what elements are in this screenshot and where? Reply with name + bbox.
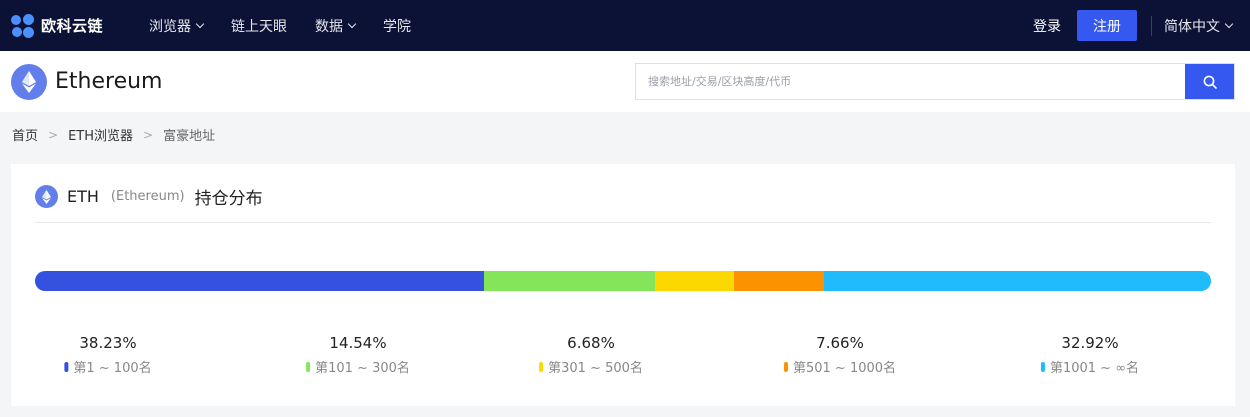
- coin-full-name: (Ethereum): [110, 189, 185, 204]
- rank-range-text: 第301 ~ 500名: [548, 361, 643, 376]
- divider: [35, 222, 1211, 223]
- coin-symbol: ETH: [67, 187, 99, 206]
- breadcrumb-separator: >: [48, 127, 59, 142]
- nav-item-label: 数据: [315, 18, 344, 35]
- bar-segment[interactable]: [484, 271, 656, 291]
- chevron-down-icon: [347, 19, 357, 28]
- percentage-value: 38.23%: [79, 334, 137, 352]
- percentage-value: 14.54%: [329, 334, 387, 352]
- legend-item: 14.54% 第101 ~ 300名: [306, 334, 410, 376]
- nav-item-label: 链上天眼: [231, 18, 288, 35]
- bar-segment[interactable]: [655, 271, 734, 291]
- card-header: ETH (Ethereum) 持仓分布: [35, 184, 263, 209]
- legend-color-marker: [783, 361, 788, 372]
- rank-range-text: 第101 ~ 300名: [315, 361, 410, 376]
- card-title: 持仓分布: [194, 189, 263, 209]
- breadcrumb-home[interactable]: 首页: [12, 125, 38, 144]
- main-nav: 浏览器 链上天眼 数据 学院: [149, 16, 439, 36]
- breadcrumb-eth-browser[interactable]: ETH浏览器: [68, 125, 133, 144]
- legend-item: 38.23% 第1 ~ 100名: [64, 334, 152, 376]
- coin-header: Ethereum: [0, 51, 1250, 112]
- chevron-down-icon: [195, 19, 205, 28]
- language-label: 简体中文: [1164, 18, 1220, 35]
- rank-range-label: 第301 ~ 500名: [539, 357, 643, 376]
- percentage-value: 32.92%: [1061, 334, 1119, 352]
- brand-name: 欧科云链: [41, 17, 104, 35]
- search-button[interactable]: [1185, 64, 1234, 99]
- legend-item: 6.68% 第301 ~ 500名: [539, 334, 643, 376]
- search-box: [635, 63, 1235, 100]
- bar-segment[interactable]: [35, 271, 485, 291]
- breadcrumb-separator: >: [143, 127, 154, 142]
- legend-color-marker: [1040, 361, 1045, 372]
- ethereum-icon: [11, 63, 47, 100]
- rank-range-text: 第1 ~ 100名: [73, 361, 152, 376]
- language-selector[interactable]: 简体中文: [1164, 16, 1234, 36]
- chevron-down-icon: [1224, 19, 1234, 28]
- percentage-value: 6.68%: [567, 334, 615, 352]
- distribution-bar: [35, 271, 1211, 291]
- nav-item-label: 浏览器: [149, 18, 192, 35]
- legend-color-marker: [306, 361, 311, 372]
- rank-range-text: 第501 ~ 1000名: [792, 361, 897, 376]
- holding-distribution-card: ETH (Ethereum) 持仓分布 38.23% 第1 ~ 100名 14.54…: [11, 164, 1235, 406]
- breadcrumb: 首页 > ETH浏览器 > 富豪地址: [12, 125, 216, 145]
- bar-segment[interactable]: [733, 271, 824, 291]
- legend-item: 32.92% 第1001 ~ ∞名: [1040, 334, 1140, 376]
- rank-range-label: 第1001 ~ ∞名: [1040, 357, 1140, 376]
- rank-range-text: 第1001 ~ ∞名: [1049, 361, 1140, 376]
- search-icon: [1203, 75, 1217, 89]
- breadcrumb-current: 富豪地址: [163, 129, 216, 144]
- nav-item-browser[interactable]: 浏览器: [149, 16, 205, 36]
- account-area: 登录 注册 简体中文: [1033, 0, 1250, 51]
- top-navbar: 欧科云链 浏览器 链上天眼 数据 学院 登录 注册 简体中文: [0, 0, 1250, 51]
- percentage-value: 7.66%: [816, 334, 864, 352]
- coin-title: Ethereum: [55, 69, 163, 94]
- rank-range-label: 第501 ~ 1000名: [783, 357, 897, 376]
- nav-item-data[interactable]: 数据: [315, 16, 357, 36]
- rank-range-label: 第1 ~ 100名: [64, 357, 152, 376]
- nav-item-academy[interactable]: 学院: [383, 16, 411, 36]
- search-input[interactable]: [636, 64, 1185, 99]
- legend-color-marker: [539, 361, 544, 372]
- bar-segment[interactable]: [823, 271, 1211, 291]
- nav-item-onchain-eye[interactable]: 链上天眼: [231, 16, 287, 36]
- login-link[interactable]: 登录: [1033, 16, 1061, 36]
- legend-item: 7.66% 第501 ~ 1000名: [783, 334, 897, 376]
- register-button[interactable]: 注册: [1077, 10, 1137, 41]
- legend-color-marker: [64, 361, 69, 372]
- rank-range-label: 第101 ~ 300名: [306, 357, 410, 376]
- brand-logo[interactable]: 欧科云链: [11, 13, 104, 38]
- nav-item-label: 学院: [383, 18, 412, 35]
- divider: [1151, 15, 1152, 36]
- ethereum-icon: [35, 185, 58, 208]
- logo-icon: [11, 13, 35, 38]
